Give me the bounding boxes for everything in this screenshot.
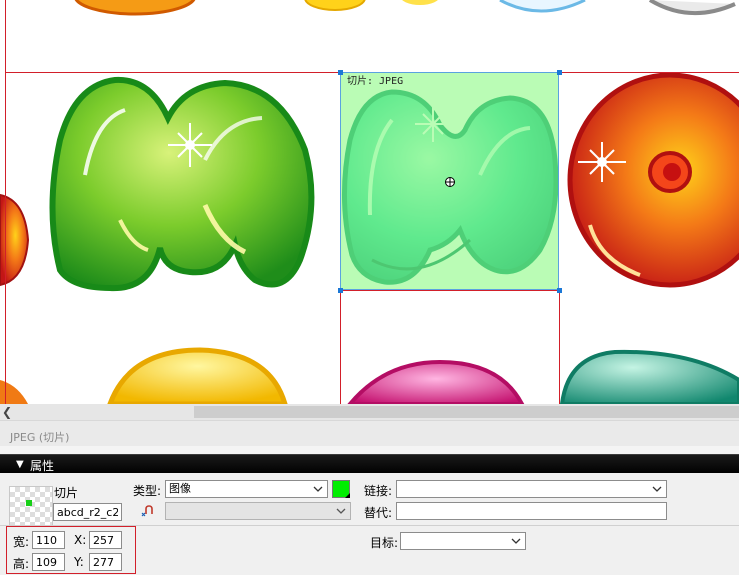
scrollbar-thumb[interactable] — [194, 406, 739, 418]
y-input[interactable] — [89, 553, 122, 571]
chevron-down-icon — [652, 486, 662, 492]
slice-thumbnail-dot — [26, 500, 32, 506]
candy-blue-top — [499, 0, 586, 13]
candy-yellow-bottom — [107, 347, 288, 404]
properties-panel-title: 属性 — [30, 459, 55, 473]
document-canvas[interactable]: 切片: JPEG — [0, 0, 739, 404]
width-input[interactable] — [32, 531, 65, 549]
alt-text-input[interactable] — [396, 502, 667, 520]
alt-label: 替代: — [364, 506, 393, 520]
properties-panel: 切片 类型: 图像 链接: 替代: 宽: X: 高: Y: 目标: — [0, 473, 739, 575]
y-label: Y: — [74, 555, 84, 569]
candy-red-o — [567, 72, 739, 288]
candy-orange-top — [74, 0, 196, 16]
slice-handle-top-right[interactable] — [557, 70, 562, 75]
slice-name-input[interactable] — [53, 503, 122, 521]
x-label: X: — [74, 533, 87, 547]
candy-pink-bottom — [347, 359, 525, 404]
candy-green-m — [49, 76, 315, 292]
slice-handle-bottom-right[interactable] — [557, 288, 562, 293]
link-label: 链接: — [364, 484, 393, 498]
slice-handle-top-left[interactable] — [338, 70, 343, 75]
slice-guide-horizontal-bottom — [340, 290, 559, 291]
type-select[interactable]: 图像 — [165, 480, 328, 498]
target-select[interactable] — [400, 532, 526, 550]
slice-label: 切片: JPEG — [347, 76, 404, 87]
candy-teal-bottom — [559, 349, 739, 404]
chevron-down-icon — [511, 538, 521, 544]
panel-gap — [0, 446, 739, 454]
candy-gray-top — [648, 0, 736, 15]
status-bar: JPEG (切片) — [0, 420, 739, 447]
candy-yellow-top-2 — [402, 0, 438, 5]
status-text: JPEG (切片) — [10, 431, 70, 444]
scroll-left-arrow-icon[interactable]: ❮ — [2, 405, 12, 419]
height-input[interactable] — [32, 553, 65, 571]
properties-panel-header[interactable]: ▼ 属性 — [0, 454, 739, 474]
swatch-dropdown-triangle-icon — [345, 493, 350, 498]
slice-guide-vertical-mid-left — [340, 290, 341, 404]
move-cursor-icon — [445, 177, 455, 187]
slice-guide-vertical-mid-right — [559, 290, 560, 404]
hotspot-link-icon — [141, 505, 153, 517]
slice-color-swatch[interactable] — [332, 480, 350, 498]
horizontal-scrollbar[interactable]: ❮ — [0, 404, 739, 420]
slice-title: 切片 — [54, 486, 79, 500]
chevron-down-icon — [336, 508, 346, 514]
type-select-value: 图像 — [169, 482, 191, 495]
slice-handle-bottom-left[interactable] — [338, 288, 343, 293]
height-label: 高: — [13, 557, 30, 571]
candy-yellow-top — [304, 0, 366, 11]
chevron-down-icon — [313, 486, 323, 492]
width-label: 宽: — [13, 535, 30, 549]
behavior-select[interactable] — [165, 502, 351, 520]
target-label: 目标: — [370, 536, 399, 550]
type-label: 类型: — [133, 484, 162, 498]
slice-guide-vertical-left — [5, 0, 6, 404]
link-select[interactable] — [396, 480, 667, 498]
slice-thumbnail — [9, 486, 53, 526]
x-input[interactable] — [89, 531, 122, 549]
collapse-triangle-icon[interactable]: ▼ — [16, 459, 24, 470]
